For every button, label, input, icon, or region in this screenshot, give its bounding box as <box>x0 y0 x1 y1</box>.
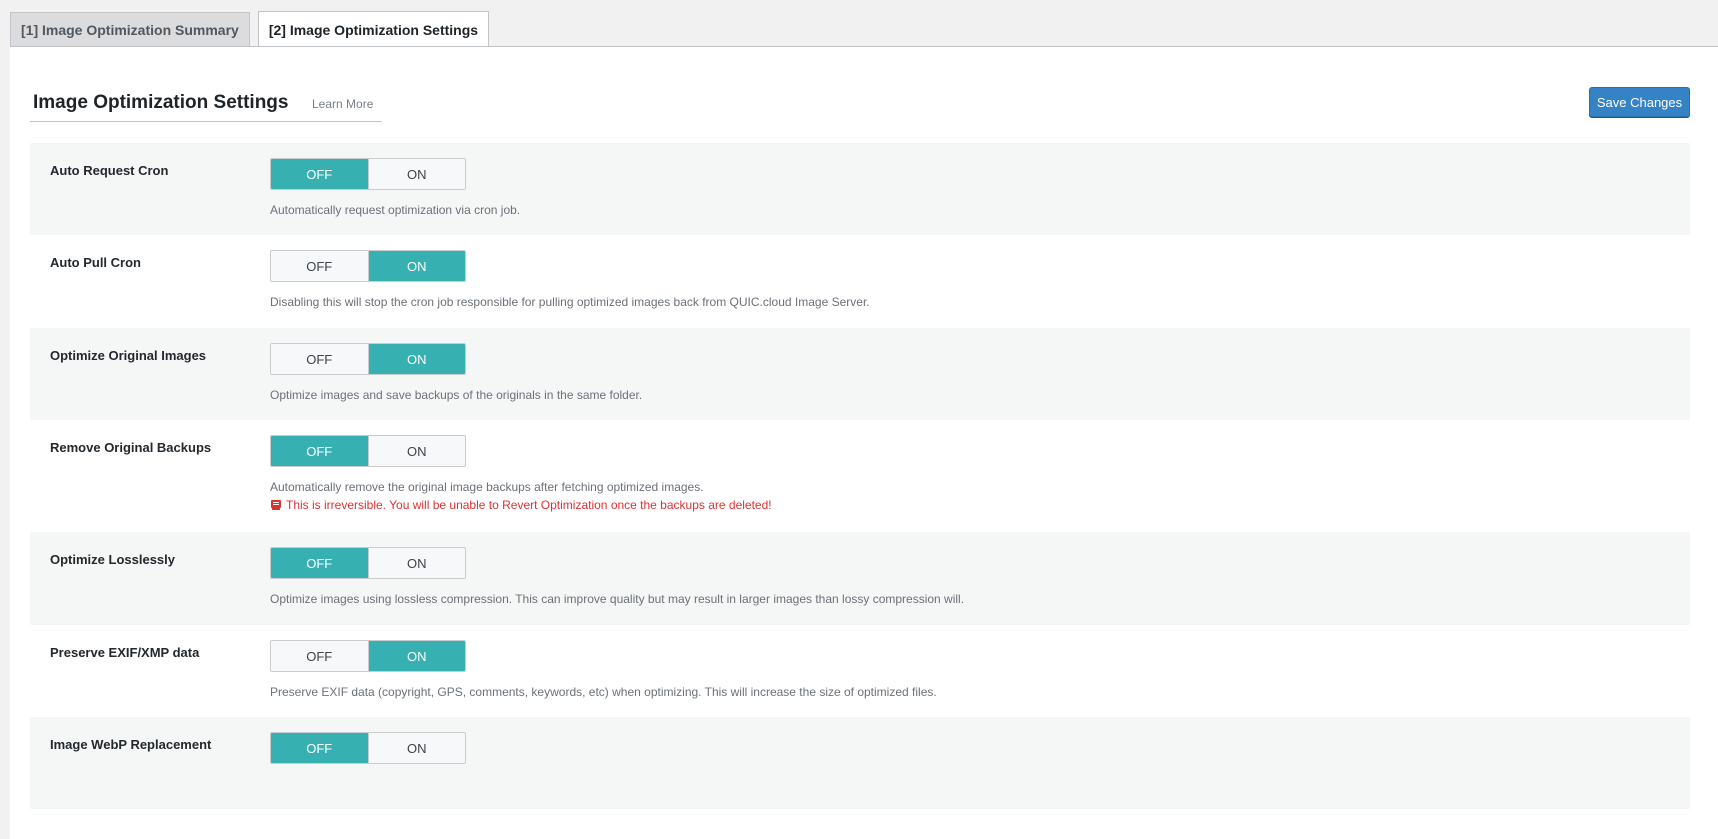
setting-row-image-webp-replacement: Image WebP Replacement OFF ON <box>30 717 1690 809</box>
image-webp-replacement-off-button[interactable]: OFF <box>271 733 369 763</box>
settings-list: Auto Request Cron OFF ON Automatically requ… <box>30 143 1690 809</box>
setting-label: Optimize Original Images <box>50 348 207 363</box>
setting-row-optimize-original-images: Optimize Original Images OFF ON Optimize im… <box>30 328 1690 420</box>
setting-label: Auto Pull Cron <box>50 255 141 270</box>
setting-description: Preserve EXIF data (copyright, GPS, comm… <box>270 685 937 699</box>
image-webp-replacement-on-button[interactable]: ON <box>369 733 466 763</box>
warning-text: This is irreversible. You will be unable… <box>286 498 772 512</box>
save-changes-button[interactable]: Save Changes <box>1589 87 1690 117</box>
preserve-exif-xmp-data-off-button[interactable]: OFF <box>271 641 369 671</box>
learn-more-link[interactable]: Learn More <box>312 97 373 111</box>
auto-pull-cron-on-button[interactable]: ON <box>368 251 465 281</box>
auto-request-cron-toggle: OFF ON <box>270 158 466 190</box>
remove-original-backups-on-button[interactable]: ON <box>369 436 466 466</box>
auto-request-cron-off-button[interactable]: OFF <box>271 159 369 189</box>
image-webp-replacement-toggle: OFF ON <box>270 732 466 764</box>
setting-description: Automatically request optimization via c… <box>270 203 521 217</box>
setting-row-remove-original-backups: Remove Original Backups OFF ON Automaticall… <box>30 420 1690 532</box>
optimize-original-images-on-button[interactable]: ON <box>368 344 465 374</box>
setting-row-preserve-exif-xmp-data: Preserve EXIF/XMP data OFF ON Preserve EXIF… <box>30 625 1690 717</box>
auto-pull-cron-off-button[interactable]: OFF <box>271 251 369 281</box>
setting-label: Remove Original Backups <box>50 440 212 455</box>
setting-row-optimize-losslessly: Optimize Losslessly OFF ON Optimize images … <box>30 532 1690 625</box>
setting-label: Auto Request Cron <box>50 163 169 178</box>
optimize-losslessly-toggle: OFF ON <box>270 547 466 579</box>
page-title: Image Optimization Settings <box>33 92 289 113</box>
preserve-exif-xmp-data-toggle: OFF ON <box>270 640 466 672</box>
setting-description: Disabling this will stop the cron job re… <box>270 295 870 309</box>
tab-bar: [1] Image Optimization Summary [2] Image… <box>10 10 490 47</box>
remove-original-backups-toggle: OFF ON <box>270 435 466 467</box>
settings-panel: Image Optimization Settings Learn More S… <box>10 46 1718 839</box>
remove-original-backups-off-button[interactable]: OFF <box>271 436 369 466</box>
auto-request-cron-on-button[interactable]: ON <box>369 159 466 189</box>
section-heading: Image Optimization Settings Learn More <box>30 91 382 122</box>
setting-label: Preserve EXIF/XMP data <box>50 645 200 660</box>
warning-icon <box>270 499 282 511</box>
setting-label: Optimize Losslessly <box>50 552 175 567</box>
optimize-original-images-off-button[interactable]: OFF <box>271 344 369 374</box>
optimize-losslessly-on-button[interactable]: ON <box>369 548 466 578</box>
setting-row-auto-request-cron: Auto Request Cron OFF ON Automatically requ… <box>30 143 1690 235</box>
setting-description: Optimize images using lossless compressi… <box>270 592 965 606</box>
setting-description: Optimize images and save backups of the … <box>270 388 643 402</box>
tab-image-optimization-summary[interactable]: [1] Image Optimization Summary <box>10 12 250 46</box>
setting-row-auto-pull-cron: Auto Pull Cron OFF ON Disabling this will s… <box>30 235 1690 328</box>
tab-image-optimization-settings[interactable]: [2] Image Optimization Settings <box>257 11 490 47</box>
setting-warning: This is irreversible. You will be unable… <box>270 498 772 512</box>
auto-pull-cron-toggle: OFF ON <box>270 250 466 282</box>
preserve-exif-xmp-data-on-button[interactable]: ON <box>368 641 465 671</box>
optimize-losslessly-off-button[interactable]: OFF <box>271 548 369 578</box>
setting-description: Automatically remove the original image … <box>270 480 704 494</box>
optimize-original-images-toggle: OFF ON <box>270 343 466 375</box>
setting-label: Image WebP Replacement <box>50 737 212 752</box>
